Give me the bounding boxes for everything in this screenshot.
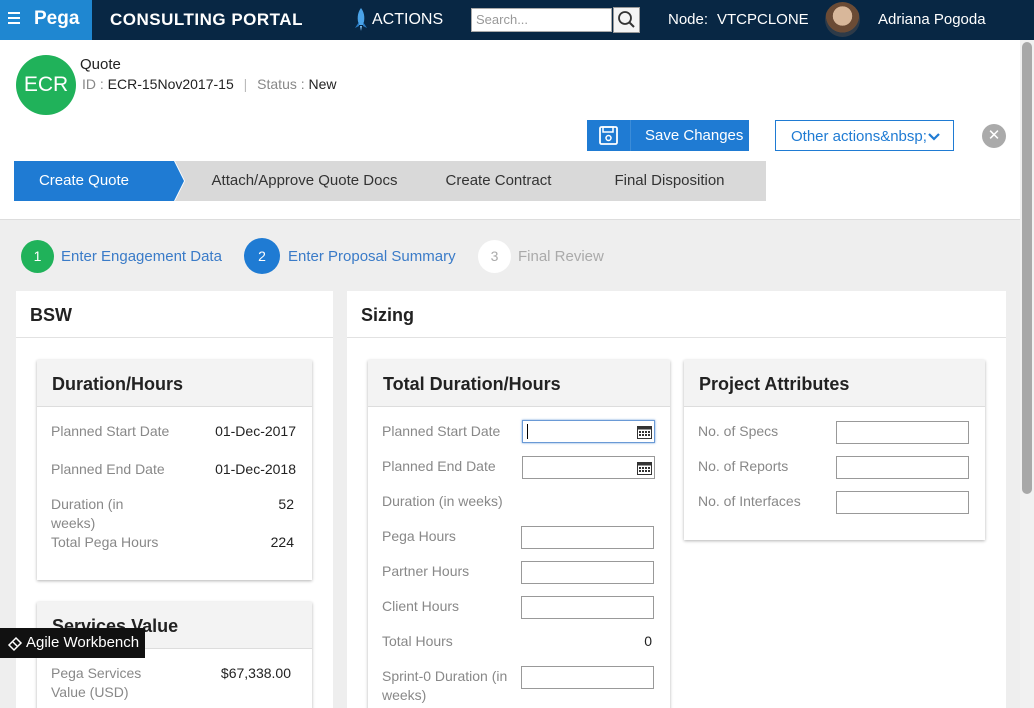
search-icon [618, 11, 635, 28]
stage-label: Create Quote [38, 172, 130, 189]
step-number: 1 [21, 240, 54, 273]
no-of-specs-input[interactable] [836, 421, 969, 444]
step-label: Enter Proposal Summary [288, 248, 456, 265]
card-header: Project Attributes [684, 360, 985, 407]
stage-label: Final Disposition [614, 172, 725, 189]
text-caret [527, 424, 528, 439]
stage-final-disposition[interactable]: Final Disposition [585, 161, 766, 201]
stage-chevrons: Create Quote Attach/Approve Quote Docs C… [14, 161, 766, 201]
partner-hours-input[interactable] [521, 561, 654, 584]
total-hours-label: Total Hours [382, 633, 453, 649]
agile-workbench-label: Agile Workbench [26, 634, 140, 651]
case-status-label: Status : [257, 76, 305, 92]
save-changes-button[interactable]: Save Changes [587, 120, 749, 151]
total-duration-hours-card: Total Duration/Hours Planned Start Date … [368, 360, 670, 708]
other-actions-label: Other actions&nbsp; [791, 128, 927, 145]
calendar-icon[interactable] [637, 461, 652, 475]
user-avatar[interactable] [825, 2, 860, 37]
sizing-title: Sizing [361, 305, 414, 325]
agile-workbench-icon [7, 636, 23, 652]
node-label: Node: [668, 11, 709, 28]
case-type-avatar: ECR [16, 55, 76, 115]
close-icon[interactable]: ✕ [982, 124, 1006, 148]
card-header: Duration/Hours [37, 360, 312, 407]
card-title: Total Duration/Hours [383, 374, 561, 394]
sizing-panel: Sizing Total Duration/Hours Planned Star… [347, 291, 1006, 708]
save-icon [599, 126, 618, 145]
case-header: ECR Quote ID : ECR-15Nov2017-15 | Status… [0, 40, 1020, 220]
rocket-icon [355, 8, 367, 31]
planned-end-label: Planned End Date [51, 461, 165, 477]
actions-label: ACTIONS [372, 11, 444, 29]
total-pega-hours-value: 224 [270, 534, 294, 550]
stage-create-contract[interactable]: Create Contract [408, 161, 601, 201]
portal-title: CONSULTING PORTAL [110, 10, 303, 29]
pega-hours-label: Pega Hours [382, 528, 456, 544]
planned-start-label: Planned Start Date [51, 423, 170, 439]
search-button[interactable] [613, 7, 640, 33]
bsw-title: BSW [30, 305, 72, 325]
total-hours-value: 0 [644, 633, 652, 649]
sprint0-duration-input[interactable] [521, 666, 654, 689]
pega-hours-input[interactable] [521, 526, 654, 549]
planned-end-date-label: Planned End Date [382, 458, 496, 474]
top-navigation-bar: Pega CONSULTING PORTAL ACTIONS Search...… [0, 0, 1034, 40]
case-id-value: ECR-15Nov2017-15 [107, 76, 234, 92]
no-of-reports-input[interactable] [836, 456, 969, 479]
services-value-label: Pega Services Value (USD) [51, 665, 142, 700]
step-number: 3 [478, 240, 511, 273]
project-attributes-card: Project Attributes No. of Specs No. of R… [684, 360, 985, 540]
case-meta: ID : ECR-15Nov2017-15 | Status : New [82, 76, 337, 92]
step-label: Enter Engagement Data [61, 248, 222, 265]
client-hours-label: Client Hours [382, 598, 460, 614]
save-changes-label: Save Changes [645, 127, 744, 144]
no-of-interfaces-label: No. of Interfaces [698, 493, 801, 509]
stage-attach-approve[interactable]: Attach/Approve Quote Docs [175, 161, 424, 201]
step-number: 2 [244, 238, 280, 274]
meta-separator: | [243, 76, 248, 92]
duration-weeks-value: 52 [278, 496, 294, 512]
planned-start-date-input[interactable] [522, 420, 655, 443]
planned-start-value: 01-Dec-2017 [215, 423, 296, 439]
card-title: Project Attributes [699, 374, 850, 394]
user-name[interactable]: Adriana Pogoda [878, 11, 986, 28]
card-title: Duration/Hours [52, 374, 184, 394]
case-status-value: New [308, 76, 337, 92]
case-id-label: ID : [82, 76, 104, 92]
no-of-specs-label: No. of Specs [698, 423, 779, 439]
partner-hours-label: Partner Hours [382, 563, 470, 579]
planned-end-value: 01-Dec-2018 [215, 461, 296, 477]
hamburger-menu-icon[interactable] [8, 12, 20, 26]
search-input[interactable]: Search... [471, 8, 612, 32]
chevron-down-icon [928, 133, 940, 141]
step-label: Final Review [518, 248, 604, 265]
total-pega-hours-label: Total Pega Hours [51, 534, 159, 550]
planned-end-date-input[interactable] [522, 456, 655, 479]
brand-block: Pega [0, 0, 92, 40]
card-header: Total Duration/Hours [368, 360, 670, 407]
planned-start-date-label: Planned Start Date [382, 423, 501, 439]
no-of-interfaces-input[interactable] [836, 491, 969, 514]
duration-weeks-label: Duration (in weeks) [382, 493, 503, 509]
scrollbar-thumb[interactable] [1022, 42, 1032, 494]
stage-create-quote[interactable]: Create Quote [14, 161, 184, 201]
pega-logo: Pega [34, 8, 80, 29]
calendar-icon[interactable] [637, 425, 652, 439]
sprint0-duration-label: Sprint-0 Duration (in weeks) [382, 668, 508, 703]
stage-label: Create Contract [445, 172, 552, 189]
panel-divider [16, 337, 333, 338]
agile-workbench-button[interactable]: Agile Workbench [0, 628, 145, 658]
duration-weeks-label: Duration (in weeks) [51, 496, 124, 531]
save-icon-area [587, 120, 631, 151]
actions-menu[interactable]: ACTIONS [352, 8, 443, 32]
other-actions-button[interactable]: Other actions&nbsp; [775, 120, 954, 151]
services-value-amount: $67,338.00 [220, 665, 291, 681]
duration-hours-card: Duration/Hours Planned Start Date 01-Dec… [37, 360, 312, 580]
node-value: VTCPCLONE [717, 11, 809, 28]
case-title: Quote [80, 56, 121, 73]
stage-label: Attach/Approve Quote Docs [211, 172, 398, 189]
client-hours-input[interactable] [521, 596, 654, 619]
no-of-reports-label: No. of Reports [698, 458, 789, 474]
panel-divider [347, 337, 1006, 338]
